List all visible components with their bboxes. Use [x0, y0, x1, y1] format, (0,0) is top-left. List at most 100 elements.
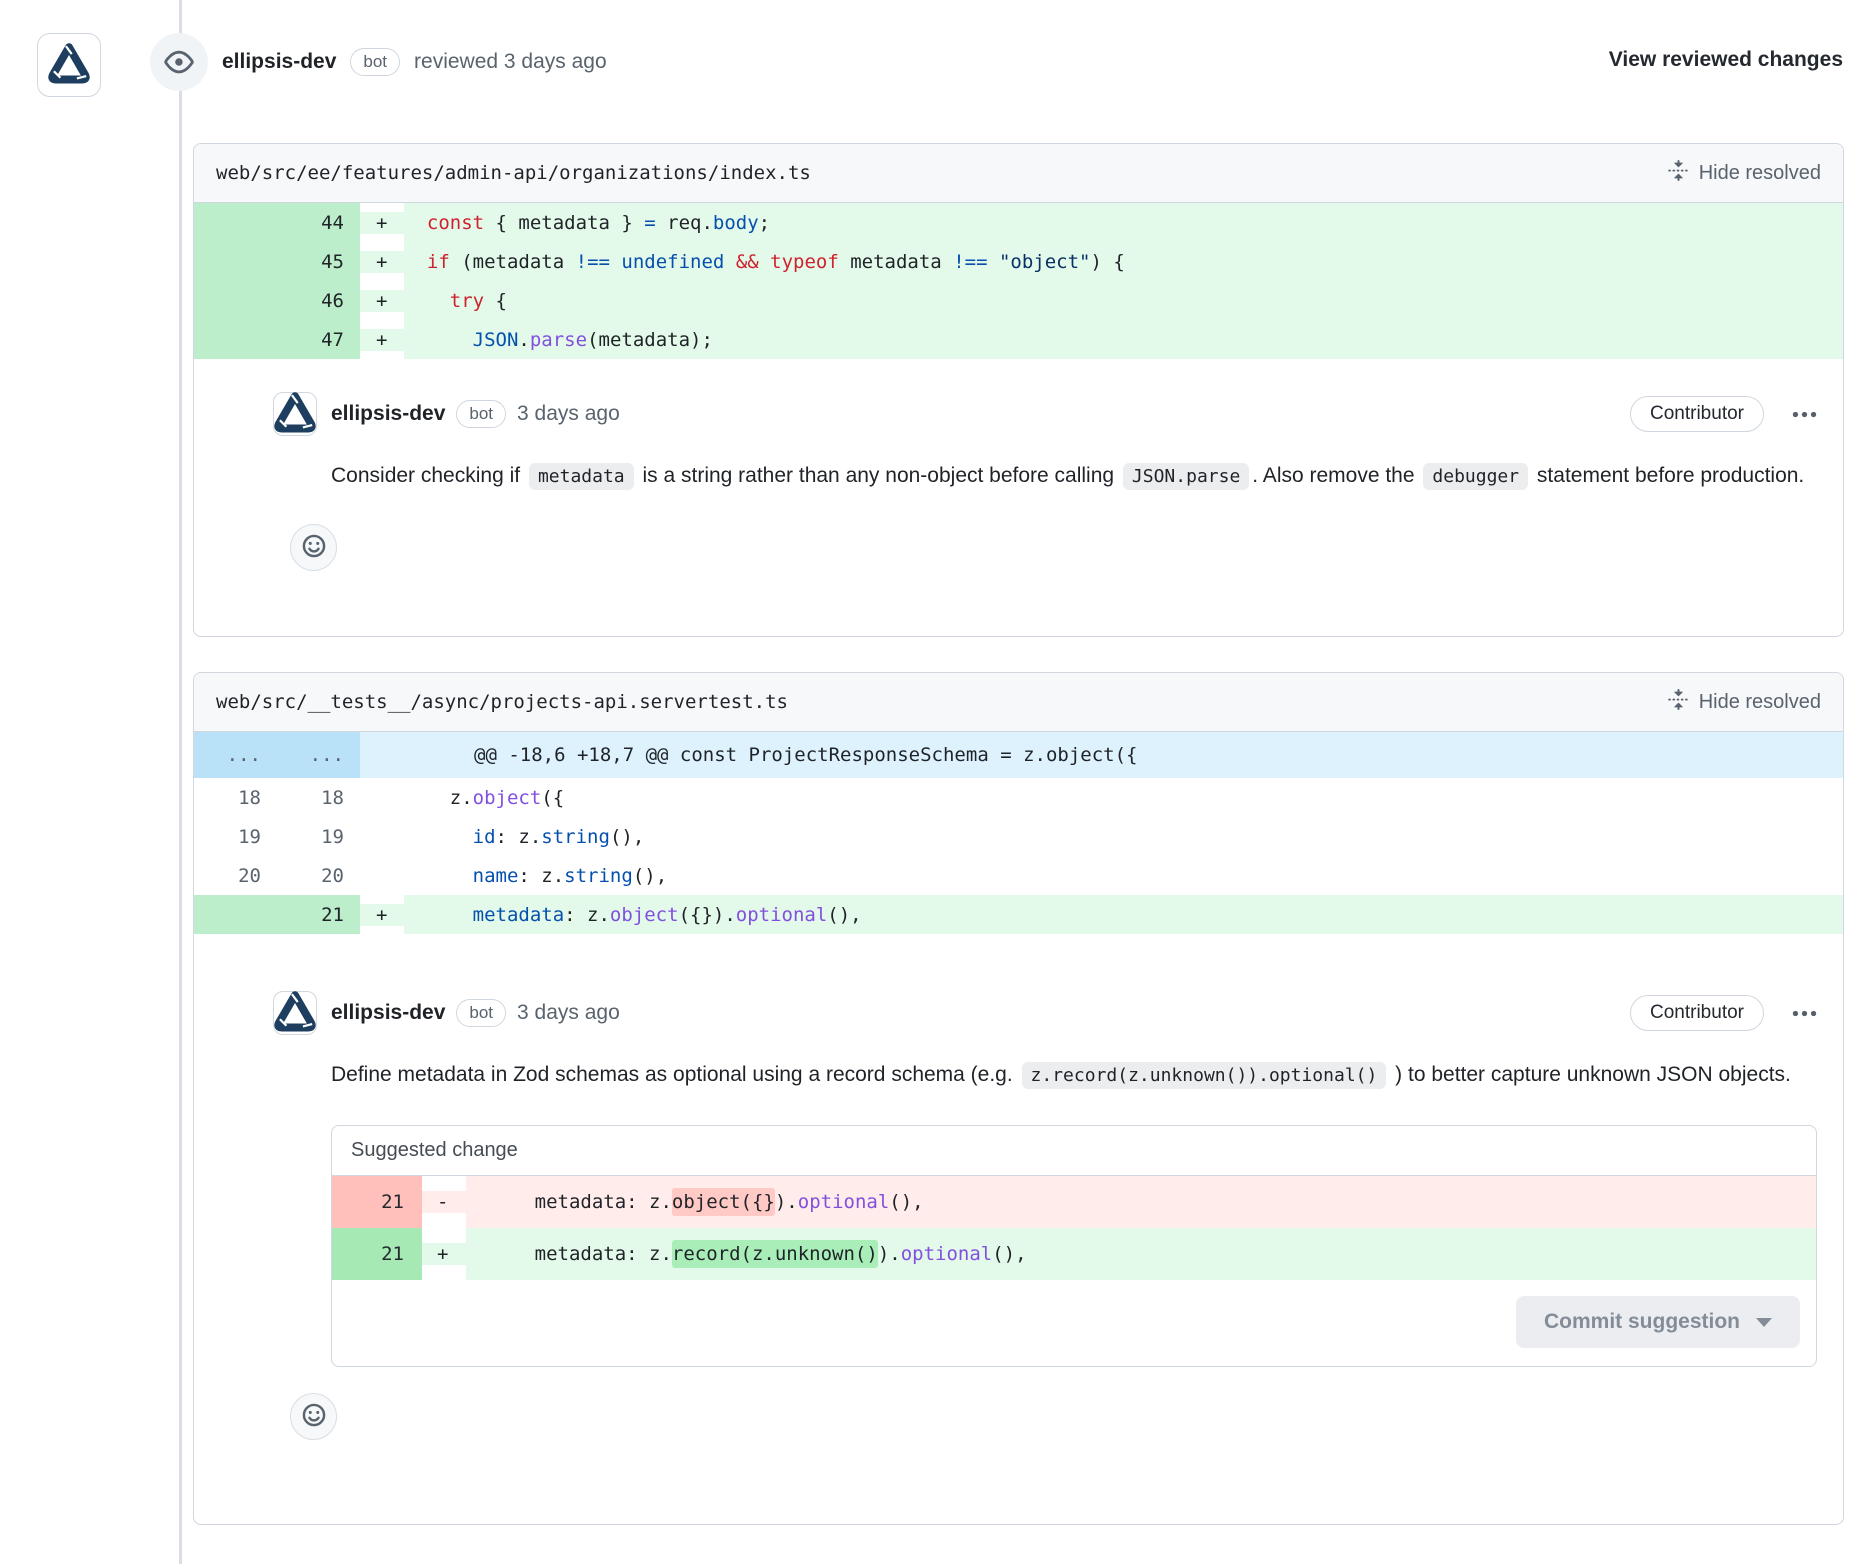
new-line-number: 44 — [277, 203, 360, 242]
diff-sign: + — [360, 329, 404, 351]
old-line-number — [194, 203, 277, 242]
file-header: web/src/__tests__/async/projects-api.ser… — [194, 673, 1843, 732]
code-cell: try { — [404, 281, 1843, 320]
commit-suggestion-label: Commit suggestion — [1544, 1310, 1740, 1334]
code-cell: z.object({ — [404, 778, 1843, 817]
diff-sign: + — [360, 904, 404, 926]
inline-code-chip: debugger — [1423, 463, 1528, 490]
view-reviewed-changes-link[interactable]: View reviewed changes — [1609, 48, 1843, 72]
diff-line-row: 1919 id: z.string(), — [194, 817, 1843, 856]
bot-badge: bot — [456, 999, 506, 1027]
new-line-number: 45 — [277, 242, 360, 281]
diff-line-row: 1818 z.object({ — [194, 778, 1843, 817]
code-cell: name: z.string(), — [404, 856, 1843, 895]
commit-suggestion-button[interactable]: Commit suggestion — [1516, 1296, 1800, 1348]
code-cell: @@ -18,6 +18,7 @@ const ProjectResponseS… — [360, 732, 1843, 778]
inline-code-chip: z.record(z.unknown()).optional() — [1022, 1062, 1387, 1089]
file-header: web/src/ee/features/admin-api/organizati… — [194, 144, 1843, 203]
diff-sign: + — [360, 251, 404, 273]
diff-sign: + — [360, 290, 404, 312]
new-line-number: 19 — [277, 817, 360, 856]
diff-sign: + — [422, 1243, 466, 1265]
chevron-down-icon — [1756, 1318, 1772, 1327]
review-comment: ellipsis-dev bot 3 days ago Contributor … — [194, 934, 1843, 1440]
diff-line-row: 47+ JSON.parse(metadata); — [194, 320, 1843, 359]
line-number: 21 — [332, 1228, 422, 1280]
inline-code-chip: metadata — [529, 463, 634, 490]
diff-sign: - — [422, 1191, 466, 1213]
review-comment: ellipsis-dev bot 3 days ago Contributor … — [194, 359, 1843, 571]
code-cell: metadata: z.object({}).optional(), — [404, 895, 1843, 934]
comment-author-avatar[interactable] — [273, 991, 317, 1035]
comment-author-name[interactable]: ellipsis-dev — [331, 1001, 445, 1025]
ellipsis-logo-icon — [47, 41, 91, 90]
comment-author-avatar[interactable] — [273, 392, 317, 436]
hide-resolved-button[interactable]: Hide resolved — [1668, 160, 1821, 187]
old-line-number — [194, 895, 277, 934]
diff-hunk-row: ......@@ -18,6 +18,7 @@ const ProjectRes… — [194, 732, 1843, 778]
file-path-link[interactable]: web/src/__tests__/async/projects-api.ser… — [216, 691, 788, 713]
fold-icon — [1668, 689, 1689, 716]
code-cell: JSON.parse(metadata); — [404, 320, 1843, 359]
hide-resolved-label: Hide resolved — [1699, 162, 1821, 185]
diff-line-row: 46+ try { — [194, 281, 1843, 320]
diff-line-row: 21+ metadata: z.object({}).optional(), — [194, 895, 1843, 934]
add-reaction-button[interactable] — [290, 1393, 337, 1440]
new-line-number: 46 — [277, 281, 360, 320]
comment-body: Define metadata in Zod schemas as option… — [331, 1053, 1817, 1097]
diff-line-row: 2020 name: z.string(), — [194, 856, 1843, 895]
new-line-number: ... — [277, 732, 360, 778]
new-line-number: 47 — [277, 320, 360, 359]
review-thread-card: web/src/ee/features/admin-api/organizati… — [193, 143, 1844, 637]
review-action-text: reviewed 3 days ago — [414, 50, 607, 74]
diff-line-row: 45+ if (metadata !== undefined && typeof… — [194, 242, 1843, 281]
bot-badge: bot — [350, 48, 400, 76]
old-line-number: ... — [194, 732, 277, 778]
new-line-number: 21 — [277, 895, 360, 934]
old-line-number — [194, 320, 277, 359]
contributor-badge: Contributor — [1630, 396, 1764, 432]
diff-snippet: 44+ const { metadata } = req.body;45+ if… — [194, 203, 1843, 359]
diff-snippet: ......@@ -18,6 +18,7 @@ const ProjectRes… — [194, 732, 1843, 934]
review-thread-card: web/src/__tests__/async/projects-api.ser… — [193, 672, 1844, 1525]
smiley-icon — [301, 1402, 327, 1431]
comment-timestamp[interactable]: 3 days ago — [517, 402, 620, 426]
comment-timestamp[interactable]: 3 days ago — [517, 1001, 620, 1025]
diff-sign: + — [360, 212, 404, 234]
ellipsis-logo-icon — [273, 989, 317, 1038]
contributor-badge: Contributor — [1630, 995, 1764, 1031]
code-cell: id: z.string(), — [404, 817, 1843, 856]
diff-line-row: 44+ const { metadata } = req.body; — [194, 203, 1843, 242]
add-reaction-button[interactable] — [290, 524, 337, 571]
suggested-change-block: Suggested change 21- metadata: z.object(… — [331, 1125, 1817, 1367]
suggested-change-diff: 21- metadata: z.object({}).optional(),21… — [332, 1176, 1816, 1280]
new-line-number: 18 — [277, 778, 360, 817]
old-line-number: 19 — [194, 817, 277, 856]
pr-review-timeline: ellipsis-dev bot reviewed 3 days ago Vie… — [0, 0, 1858, 1564]
timeline-line — [179, 0, 182, 1564]
reviewer-name[interactable]: ellipsis-dev — [222, 50, 336, 74]
ellipsis-logo-icon — [273, 390, 317, 439]
hide-resolved-button[interactable]: Hide resolved — [1668, 689, 1821, 716]
old-line-number: 20 — [194, 856, 277, 895]
eye-icon — [150, 33, 208, 91]
smiley-icon — [301, 533, 327, 562]
code-cell: metadata: z.record(z.unknown()).optional… — [466, 1228, 1816, 1280]
suggested-change-title: Suggested change — [332, 1126, 1816, 1176]
new-line-number: 20 — [277, 856, 360, 895]
review-event-header: ellipsis-dev bot reviewed 3 days ago — [150, 33, 607, 91]
fold-icon — [1668, 160, 1689, 187]
comment-author-name[interactable]: ellipsis-dev — [331, 402, 445, 426]
comment-options-kebab-icon[interactable] — [1792, 402, 1817, 427]
reviewer-avatar[interactable] — [37, 33, 101, 97]
old-line-number: 18 — [194, 778, 277, 817]
file-path-link[interactable]: web/src/ee/features/admin-api/organizati… — [216, 162, 811, 184]
code-cell: if (metadata !== undefined && typeof met… — [404, 242, 1843, 281]
bot-badge: bot — [456, 400, 506, 428]
code-cell: metadata: z.object({}).optional(), — [466, 1176, 1816, 1228]
old-line-number — [194, 281, 277, 320]
code-cell: const { metadata } = req.body; — [404, 203, 1843, 242]
inline-code-chip: JSON.parse — [1123, 463, 1249, 490]
old-line-number — [194, 242, 277, 281]
comment-options-kebab-icon[interactable] — [1792, 1001, 1817, 1026]
